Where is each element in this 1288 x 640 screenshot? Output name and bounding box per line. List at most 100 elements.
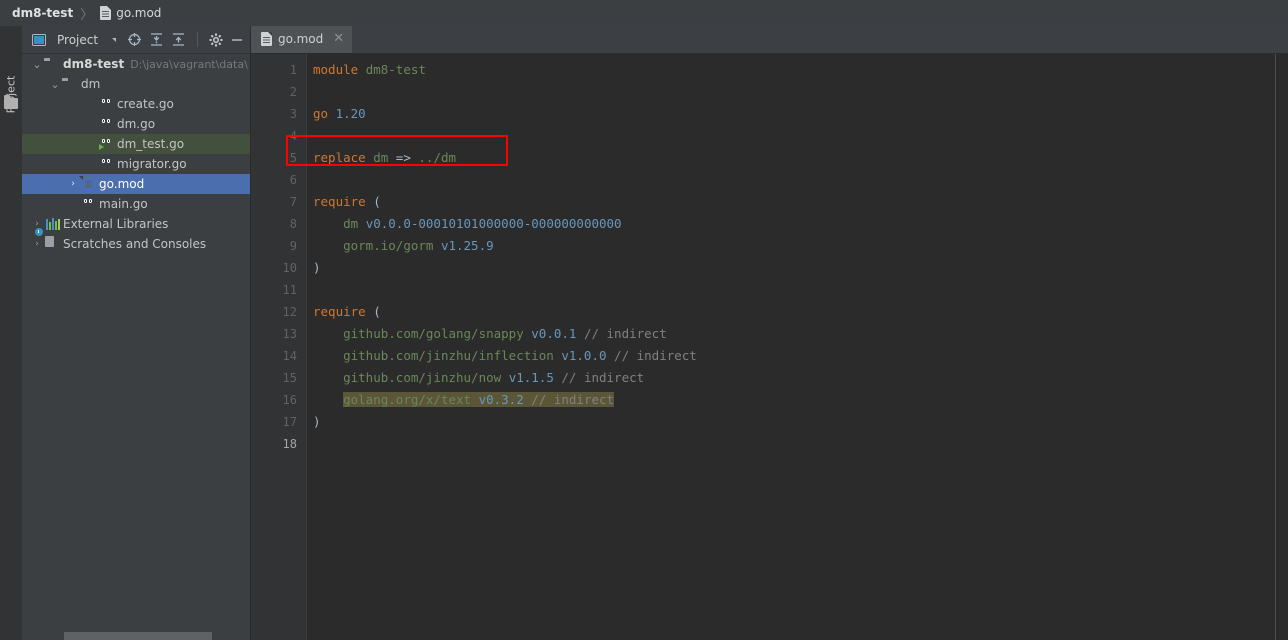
editor-area: go.mod ✕ 1 2 3 4 5 6 7 8 9 10 11 12 13 14 15 16 17 18 mod… — [251, 26, 1288, 640]
breadcrumb-project[interactable]: dm8-test — [12, 6, 73, 20]
code-line[interactable]: replace dm => ../dm — [307, 147, 1275, 169]
expand-all-icon[interactable] — [149, 32, 164, 47]
code-token: dm — [343, 216, 359, 231]
tree-item-go-mod[interactable]: › go.mod — [22, 174, 250, 194]
chevron-right-icon[interactable]: › — [66, 179, 80, 189]
tree-item-label: dm8-test — [63, 57, 125, 71]
line-number[interactable]: 7 — [251, 191, 306, 213]
project-panel: Project ⌄ dm8-test D:\java\vagrant\data\… — [22, 26, 251, 640]
tree-item-main-go[interactable]: main.go — [22, 194, 250, 214]
chevron-down-icon[interactable]: ⌄ — [30, 59, 44, 70]
tree-item-create-go[interactable]: create.go — [22, 94, 250, 114]
project-toolbar-title: Project — [57, 32, 99, 47]
code-token: require — [313, 194, 366, 209]
chevron-down-icon[interactable]: ⌄ — [48, 79, 62, 90]
scrollbar-thumb[interactable] — [64, 632, 212, 640]
code-line[interactable]: module dm8-test — [307, 59, 1275, 81]
code-token: v1.25.9 — [440, 238, 494, 253]
line-number[interactable]: 1 — [251, 59, 306, 81]
line-number[interactable]: 18 — [251, 433, 306, 455]
line-number[interactable]: 15 — [251, 367, 306, 389]
line-number[interactable]: 2 — [251, 81, 306, 103]
tree-item-dm8-test[interactable]: ⌄ dm8-test D:\java\vagrant\data\ — [22, 54, 250, 74]
code-line[interactable]: go 1.20 — [307, 103, 1275, 125]
line-number-gutter[interactable]: 1 2 3 4 5 6 7 8 9 10 11 12 13 14 15 16 17 18 — [251, 54, 307, 640]
code-line[interactable]: dm v0.0.0-00010101000000-000000000000 — [307, 213, 1275, 235]
go-file-icon — [80, 196, 96, 212]
code-token: ) — [313, 260, 321, 275]
close-icon[interactable]: ✕ — [333, 32, 344, 45]
tree-item-label: go.mod — [99, 177, 145, 191]
code-line[interactable]: require ( — [307, 191, 1275, 213]
code-line[interactable]: github.com/jinzhu/inflection v1.0.0 // i… — [307, 345, 1275, 367]
collapse-all-icon[interactable] — [171, 32, 186, 47]
code-token: golang.org/x/text — [343, 392, 472, 407]
code-line[interactable]: github.com/golang/snappy v0.0.1 // indir… — [307, 323, 1275, 345]
line-number[interactable]: 16 — [251, 389, 306, 411]
chevron-right-icon[interactable]: › — [30, 239, 44, 249]
tree-item-scratches-and-consoles[interactable]: › Scratches and Consoles — [22, 228, 250, 254]
folder-icon[interactable] — [4, 95, 18, 109]
target-locate-icon[interactable] — [127, 32, 142, 47]
code-token: ( — [365, 194, 381, 209]
code-token: // indirect — [614, 348, 697, 363]
code-token: go — [313, 106, 329, 121]
project-tree[interactable]: ⌄ dm8-test D:\java\vagrant\data\ ⌄ dm create.… — [22, 54, 250, 640]
editor-tab-go-mod[interactable]: go.mod ✕ — [251, 26, 353, 53]
line-number[interactable]: 4 — [251, 125, 306, 147]
tree-item-dm-test-go[interactable]: dm_test.go — [22, 134, 250, 154]
line-number[interactable]: 12 — [251, 301, 306, 323]
code-token: v0.0.0-00010101000000-000000000000 — [365, 216, 622, 231]
code-line[interactable]: golang.org/x/text v0.3.2 // indirect — [307, 389, 1275, 411]
tree-item-label: main.go — [99, 197, 148, 211]
tree-item-external-libraries[interactable]: › External Libraries — [22, 214, 250, 234]
line-number[interactable]: 10 — [251, 257, 306, 279]
folder-icon — [62, 76, 78, 92]
code-line[interactable]: gorm.io/gorm v1.25.9 — [307, 235, 1275, 257]
code-line[interactable]: ) — [307, 257, 1275, 279]
chevron-down-icon[interactable] — [111, 35, 120, 44]
line-number[interactable]: 17 — [251, 411, 306, 433]
line-number[interactable]: 9 — [251, 235, 306, 257]
code-line[interactable]: github.com/jinzhu/now v1.1.5 // indirect — [307, 367, 1275, 389]
editor-tab-bar: go.mod ✕ — [251, 26, 1288, 54]
code-token: github.com/jinzhu/inflection — [343, 348, 554, 363]
project-panel-horizontal-scrollbar[interactable] — [22, 632, 251, 640]
code-token: replace — [313, 150, 366, 165]
code-token: // indirect — [583, 326, 667, 341]
code-token: v1.1.5 — [508, 370, 554, 385]
tree-item-label: Scratches and Consoles — [63, 237, 207, 251]
code-line[interactable] — [307, 81, 1275, 103]
tree-item-dm-go[interactable]: dm.go — [22, 114, 250, 134]
code-text-area[interactable]: module dm8-test go 1.20 replace dm => ..… — [307, 54, 1275, 640]
code-viewport: 1 2 3 4 5 6 7 8 9 10 11 12 13 14 15 16 17 18 module dm8-t… — [251, 54, 1288, 640]
code-line[interactable]: ) — [307, 411, 1275, 433]
tree-item-migrator-go[interactable]: migrator.go — [22, 154, 250, 174]
line-number[interactable]: 13 — [251, 323, 306, 345]
code-token: 1.20 — [335, 106, 366, 121]
code-line[interactable] — [307, 433, 1275, 455]
code-token: ( — [365, 304, 381, 319]
line-number[interactable]: 14 — [251, 345, 306, 367]
code-line[interactable] — [307, 279, 1275, 301]
tree-item-label: dm_test.go — [117, 137, 185, 151]
line-number[interactable]: 8 — [251, 213, 306, 235]
breadcrumb-file[interactable]: go.mod — [116, 6, 161, 20]
tree-item-label: External Libraries — [63, 217, 169, 231]
minimize-icon[interactable] — [230, 33, 244, 47]
code-token: v1.0.0 — [561, 348, 607, 363]
line-number[interactable]: 11 — [251, 279, 306, 301]
line-number[interactable]: 6 — [251, 169, 306, 191]
code-line[interactable]: require ( — [307, 301, 1275, 323]
code-line[interactable] — [307, 169, 1275, 191]
line-number[interactable]: 5 — [251, 147, 306, 169]
gear-icon[interactable] — [209, 33, 223, 47]
code-line[interactable] — [307, 125, 1275, 147]
tree-item-dm[interactable]: ⌄ dm — [22, 74, 250, 94]
line-number[interactable]: 3 — [251, 103, 306, 125]
